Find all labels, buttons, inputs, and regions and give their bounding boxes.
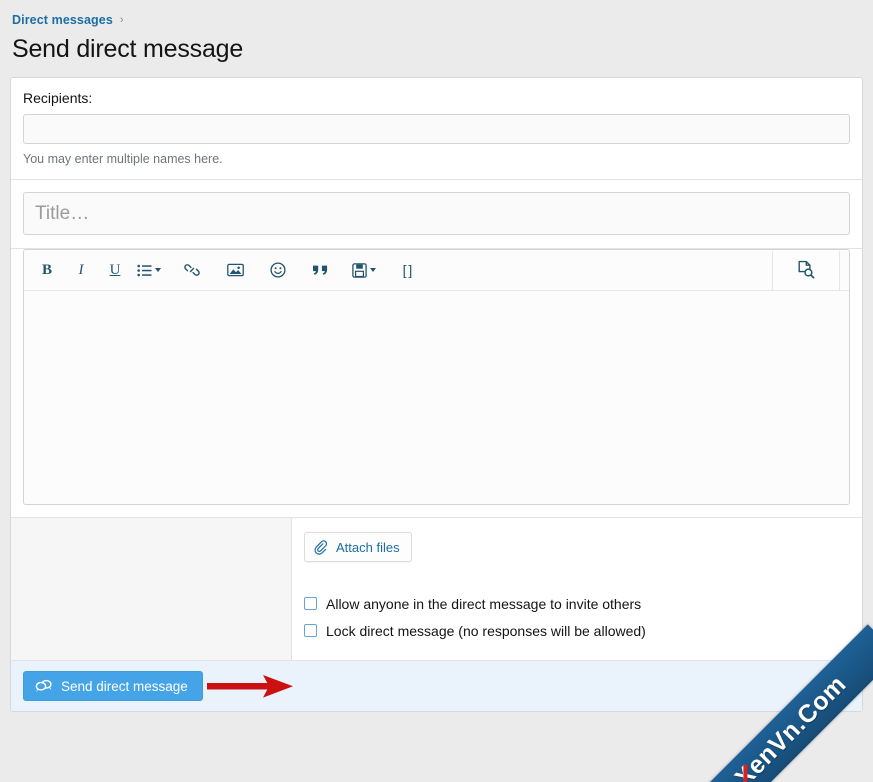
message-editor-row: B I U [] [11,249,862,518]
editor-toolbar: B I U [] [24,250,849,291]
underline-icon[interactable]: U [98,255,132,285]
editor-toolbar-right [772,250,849,290]
draft-icon[interactable] [347,255,381,285]
checkbox-lock-message-label: Lock direct message (no responses will b… [326,622,646,639]
italic-icon[interactable]: I [64,255,98,285]
rich-text-editor: B I U [] [23,249,850,505]
underline-glyph: U [109,261,121,278]
speech-bubbles-icon [35,678,53,694]
recipients-input[interactable] [23,114,850,144]
attach-files-button[interactable]: Attach files [304,532,412,562]
recipients-label: Recipients: [23,90,93,106]
list-bullet-icon[interactable] [132,255,166,285]
recipients-hint: You may enter multiple names here. [23,152,223,166]
send-direct-message-label: Send direct message [61,678,188,694]
title-row [11,180,862,249]
options-label-column [11,518,292,660]
options-checkbox-list: Allow anyone in the direct message to in… [304,590,850,644]
page-header: Direct messages › Send direct message [0,0,873,64]
italic-glyph: I [78,261,84,278]
bold-icon[interactable]: B [30,255,64,285]
bb-code-icon[interactable]: [ ] [390,255,424,285]
chevron-right-icon: › [119,13,124,26]
options-content-column: Attach files Allow anyone in the direct … [292,518,862,660]
send-direct-message-form: Recipients: You may enter multiple names… [10,77,863,712]
recipients-row: Recipients: You may enter multiple names… [11,78,862,180]
checkbox-box[interactable] [304,597,317,610]
quote-icon[interactable] [304,255,338,285]
options-row: Attach files Allow anyone in the direct … [11,518,862,661]
watermark-strike [743,764,748,782]
link-icon[interactable] [175,255,209,285]
breadcrumb: Direct messages › [12,11,873,28]
bold-glyph: B [41,261,52,278]
breadcrumb-link-direct-messages[interactable]: Direct messages [12,13,113,27]
checkbox-allow-invite-label: Allow anyone in the direct message to in… [326,595,642,612]
image-icon[interactable] [218,255,252,285]
paperclip-icon [314,539,329,555]
smilie-icon[interactable] [261,255,295,285]
bb-code-glyph: [ ] [402,262,413,278]
document-preview-icon[interactable] [772,250,840,290]
message-body-input[interactable] [24,291,849,504]
page-title: Send direct message [12,35,244,63]
editor-toolbar-buttons: B I U [] [24,250,424,290]
chevron-down-icon [370,268,376,272]
send-direct-message-button[interactable]: Send direct message [23,671,203,701]
form-footer: Send direct message [11,661,862,711]
checkbox-box[interactable] [304,624,317,637]
chevron-down-icon [155,268,161,272]
title-input[interactable] [23,192,850,235]
checkbox-lock-message[interactable]: Lock direct message (no responses will b… [304,617,850,644]
checkbox-allow-invite[interactable]: Allow anyone in the direct message to in… [304,590,850,617]
attach-files-label: Attach files [336,539,400,555]
